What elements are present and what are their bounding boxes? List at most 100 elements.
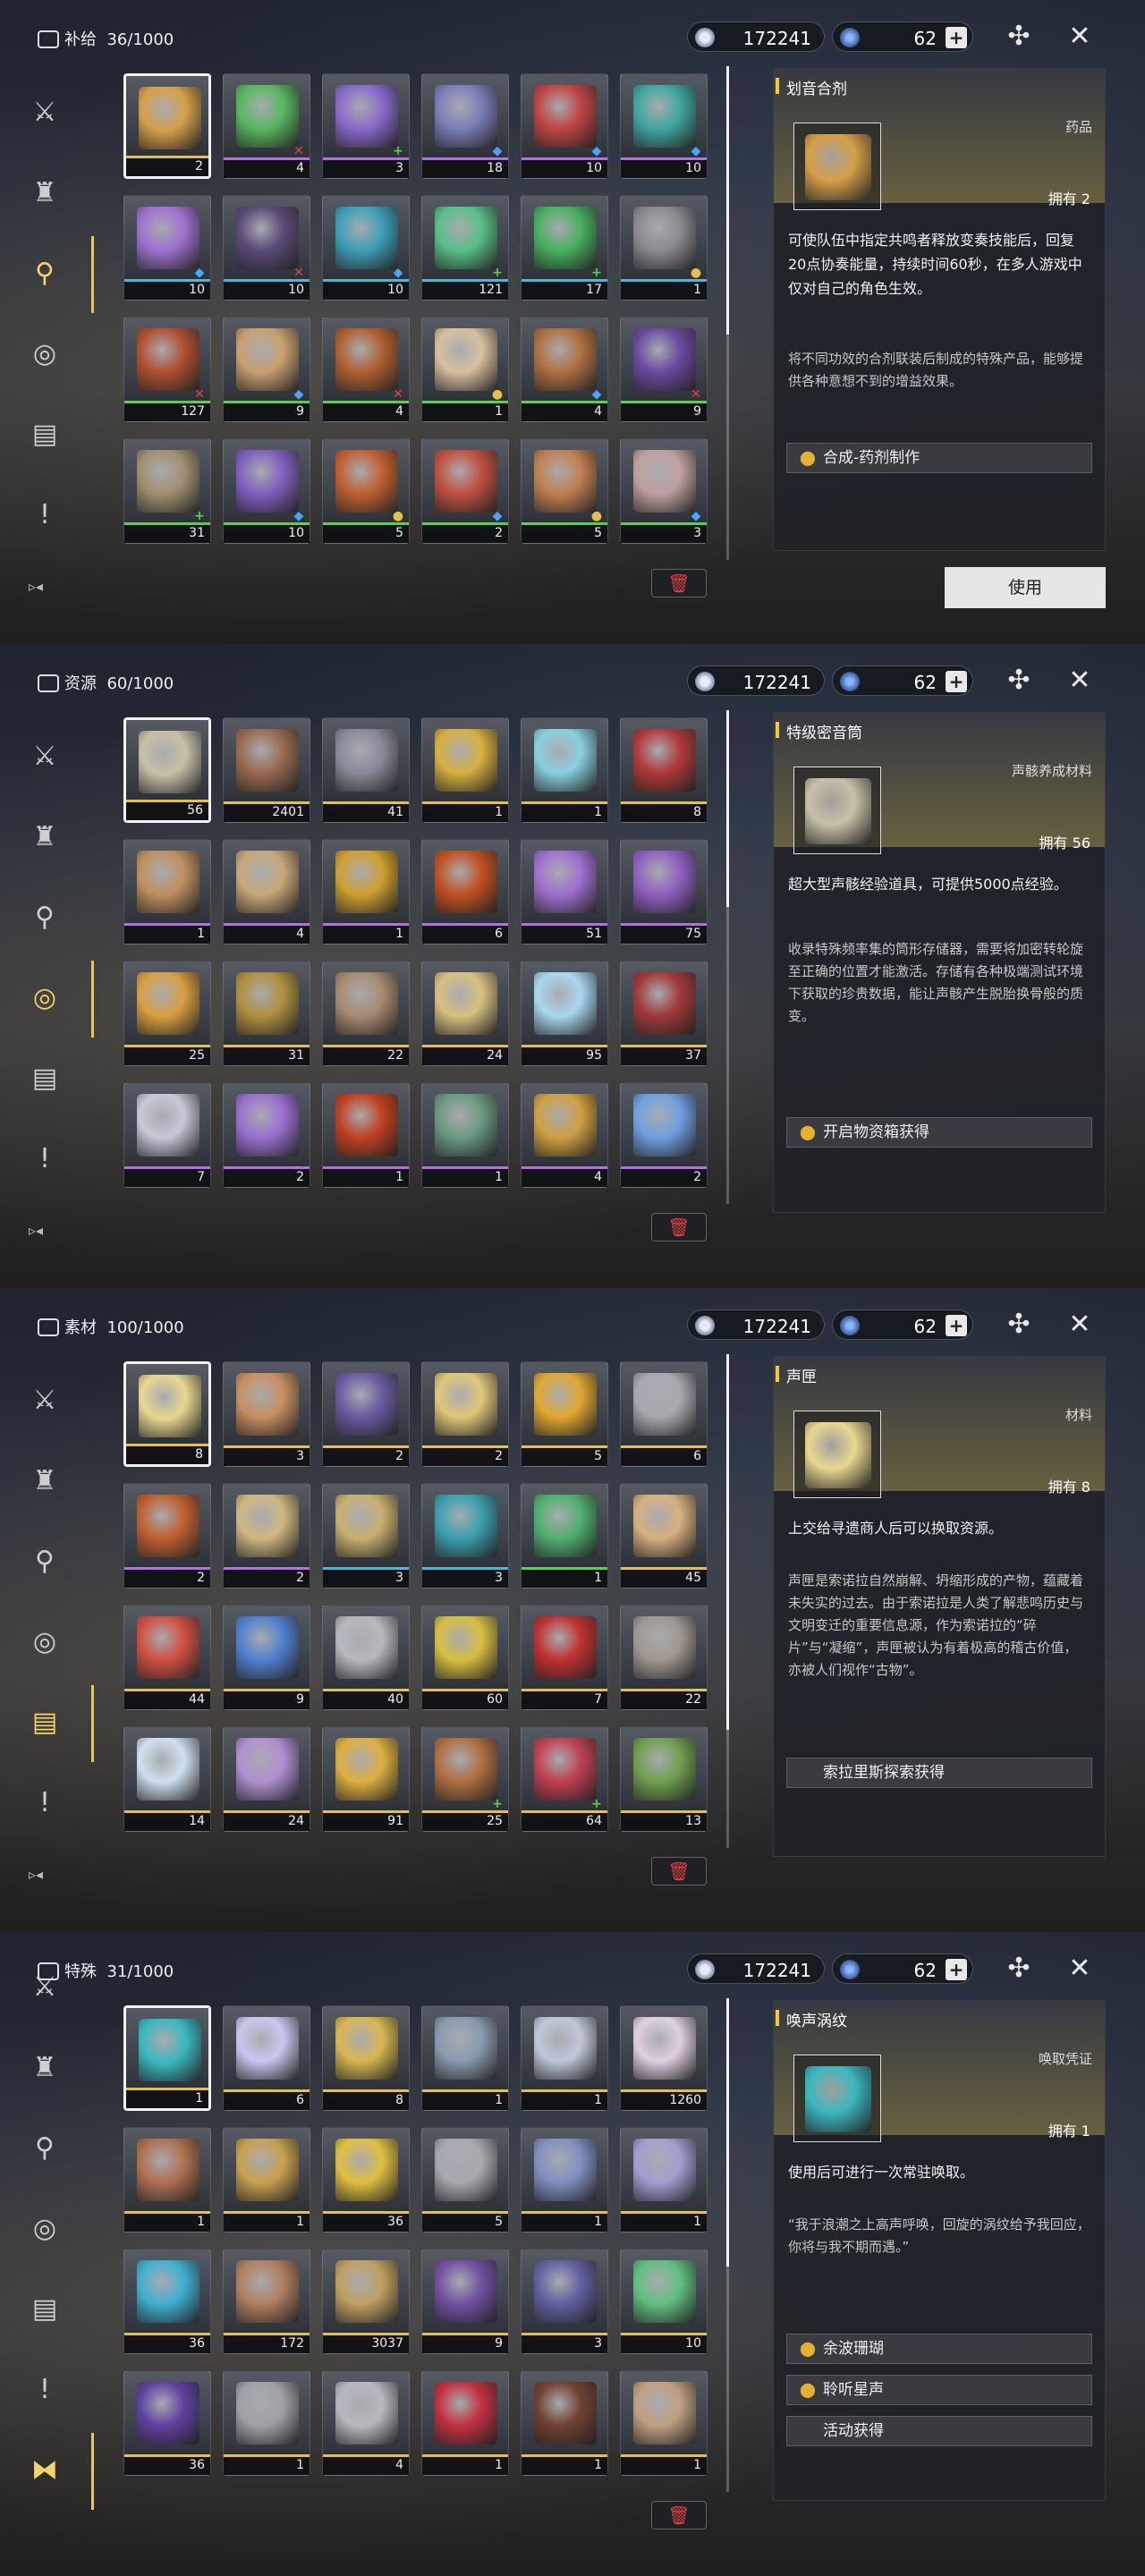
grid-scrollbar[interactable] (726, 1354, 729, 1848)
inventory-slot[interactable]: 172 (223, 2249, 310, 2354)
inventory-slot[interactable]: 5 (421, 2127, 509, 2233)
add-astrite-button[interactable]: + (946, 671, 967, 692)
inventory-slot[interactable]: ◆ 18 (421, 73, 509, 179)
inventory-slot[interactable]: 2 (123, 1483, 211, 1589)
inventory-slot[interactable]: 45 (620, 1483, 708, 1589)
inventory-slot[interactable]: 2 (223, 1082, 310, 1188)
settings-gear-icon[interactable]: ✣ (1004, 21, 1034, 52)
add-astrite-button[interactable]: + (946, 1959, 967, 1980)
grid-scrollbar[interactable] (726, 710, 729, 1204)
inventory-slot[interactable]: 3 (322, 1483, 410, 1589)
settings-gear-icon[interactable]: ✣ (1004, 1953, 1034, 1984)
inventory-slot[interactable]: 1 (421, 1082, 509, 1188)
weapon-tab-icon[interactable]: ⚔ (25, 1968, 64, 2007)
inventory-slot[interactable]: 56 (123, 717, 211, 823)
inventory-slot[interactable]: ◆ 10 (620, 73, 708, 179)
inventory-slot[interactable]: 4 (322, 2370, 410, 2476)
inventory-slot[interactable]: ● 5 (322, 438, 410, 544)
inventory-slot[interactable]: ◆ 3 (620, 438, 708, 544)
inventory-slot[interactable]: 7 (521, 1605, 608, 1710)
inventory-slot[interactable]: 44 (123, 1605, 211, 1710)
obtain-source-button[interactable]: 活动获得 (786, 2416, 1092, 2446)
obtain-source-button[interactable]: ⬤ 合成-药剂制作 (786, 443, 1092, 473)
inventory-slot[interactable]: ● 1 (620, 195, 708, 301)
inventory-slot[interactable]: ◆ 10 (123, 195, 211, 301)
inventory-slot[interactable]: 9 (223, 1605, 310, 1710)
close-icon[interactable]: ✕ (1064, 1309, 1095, 1340)
resource-tab-icon[interactable]: ◎ (25, 979, 64, 1018)
resource-tab-icon[interactable]: ◎ (25, 335, 64, 374)
inventory-slot[interactable]: 2 (421, 1361, 509, 1467)
inventory-slot[interactable]: 36 (123, 2370, 211, 2476)
inventory-slot[interactable]: 25 (123, 961, 211, 1066)
inventory-slot[interactable]: 3 (421, 1483, 509, 1589)
inventory-slot[interactable]: 1 (421, 2005, 509, 2111)
inventory-slot[interactable]: +17 (521, 195, 608, 301)
scrollbar-thumb[interactable] (726, 1998, 729, 2267)
inventory-slot[interactable]: 8 (620, 717, 708, 823)
inventory-slot[interactable]: 22 (322, 961, 410, 1066)
close-icon[interactable]: ✕ (1064, 1953, 1095, 1984)
settings-gear-icon[interactable]: ✣ (1004, 665, 1034, 696)
inventory-slot[interactable]: 4 (223, 839, 310, 945)
supply-tab-icon[interactable]: ⚲ (25, 254, 64, 293)
inventory-slot[interactable]: 1 (521, 717, 608, 823)
sidebar-toggle-icon[interactable]: ▹◂ (29, 1866, 43, 1883)
inventory-slot[interactable]: 22 (620, 1605, 708, 1710)
inventory-slot[interactable]: 4 (521, 1082, 608, 1188)
material-tab-icon[interactable]: ▤ (25, 1059, 64, 1098)
inventory-slot[interactable]: 40 (322, 1605, 410, 1710)
inventory-slot[interactable]: 8 (123, 1361, 211, 1467)
obtain-source-button[interactable]: ⬤ 余波珊瑚 (786, 2334, 1092, 2364)
discard-trash-button[interactable]: 🗑 (651, 569, 707, 597)
inventory-slot[interactable]: 6 (620, 1361, 708, 1467)
inventory-slot[interactable]: 6 (223, 2005, 310, 2111)
inventory-slot[interactable]: 1 (521, 2127, 608, 2233)
discard-trash-button[interactable]: 🗑 (651, 1857, 707, 1885)
inventory-slot[interactable]: 31 (223, 961, 310, 1066)
inventory-slot[interactable]: 5 (521, 1361, 608, 1467)
inventory-slot[interactable]: ✕ 127 (123, 317, 211, 422)
inventory-slot[interactable]: 3 (223, 1361, 310, 1467)
close-icon[interactable]: ✕ (1064, 21, 1095, 52)
inventory-slot[interactable]: +121 (421, 195, 509, 301)
inventory-slot[interactable]: 1 (223, 2370, 310, 2476)
inventory-slot[interactable]: 3037 (322, 2249, 410, 2354)
inventory-slot[interactable]: 95 (521, 961, 608, 1066)
inventory-slot[interactable]: ◆ 2 (421, 438, 509, 544)
inventory-slot[interactable]: ✕ 10 (223, 195, 310, 301)
inventory-slot[interactable]: 1 (521, 1483, 608, 1589)
inventory-slot[interactable]: 24 (421, 961, 509, 1066)
quest-tab-icon[interactable]: ! (25, 2370, 64, 2410)
quest-tab-icon[interactable]: ! (25, 1140, 64, 1179)
inventory-slot[interactable]: +25 (421, 1726, 509, 1832)
inventory-slot[interactable]: 37 (620, 961, 708, 1066)
inventory-slot[interactable]: 2 (620, 1082, 708, 1188)
inventory-slot[interactable]: 1 (620, 2127, 708, 2233)
supply-tab-icon[interactable]: ⚲ (25, 1542, 64, 1581)
inventory-slot[interactable]: ✕ 4 (322, 317, 410, 422)
inventory-slot[interactable]: 1 (421, 2370, 509, 2476)
discard-trash-button[interactable]: 🗑 (651, 1213, 707, 1241)
special-tab-icon[interactable]: ⧓ (25, 2451, 64, 2490)
scrollbar-thumb[interactable] (726, 66, 729, 335)
material-tab-icon[interactable]: ▤ (25, 415, 64, 454)
echo-tab-icon[interactable]: ♜ (25, 2048, 64, 2088)
inventory-slot[interactable]: 1 (123, 839, 211, 945)
inventory-slot[interactable]: 14 (123, 1726, 211, 1832)
inventory-slot[interactable]: +31 (123, 438, 211, 544)
weapon-tab-icon[interactable]: ⚔ (25, 93, 64, 132)
inventory-slot[interactable]: 2 (123, 73, 211, 179)
inventory-slot[interactable]: 91 (322, 1726, 410, 1832)
inventory-slot[interactable]: 7 (123, 1082, 211, 1188)
inventory-slot[interactable]: ✕ 4 (223, 73, 310, 179)
inventory-slot[interactable]: 41 (322, 717, 410, 823)
inventory-slot[interactable]: 1 (521, 2370, 608, 2476)
inventory-slot[interactable]: 1 (123, 2005, 211, 2111)
inventory-slot[interactable]: 2 (223, 1483, 310, 1589)
inventory-slot[interactable]: 2 (322, 1361, 410, 1467)
inventory-slot[interactable]: 9 (421, 2249, 509, 2354)
supply-tab-icon[interactable]: ⚲ (25, 898, 64, 937)
resource-tab-icon[interactable]: ◎ (25, 1623, 64, 1662)
inventory-slot[interactable]: ● 1 (421, 317, 509, 422)
